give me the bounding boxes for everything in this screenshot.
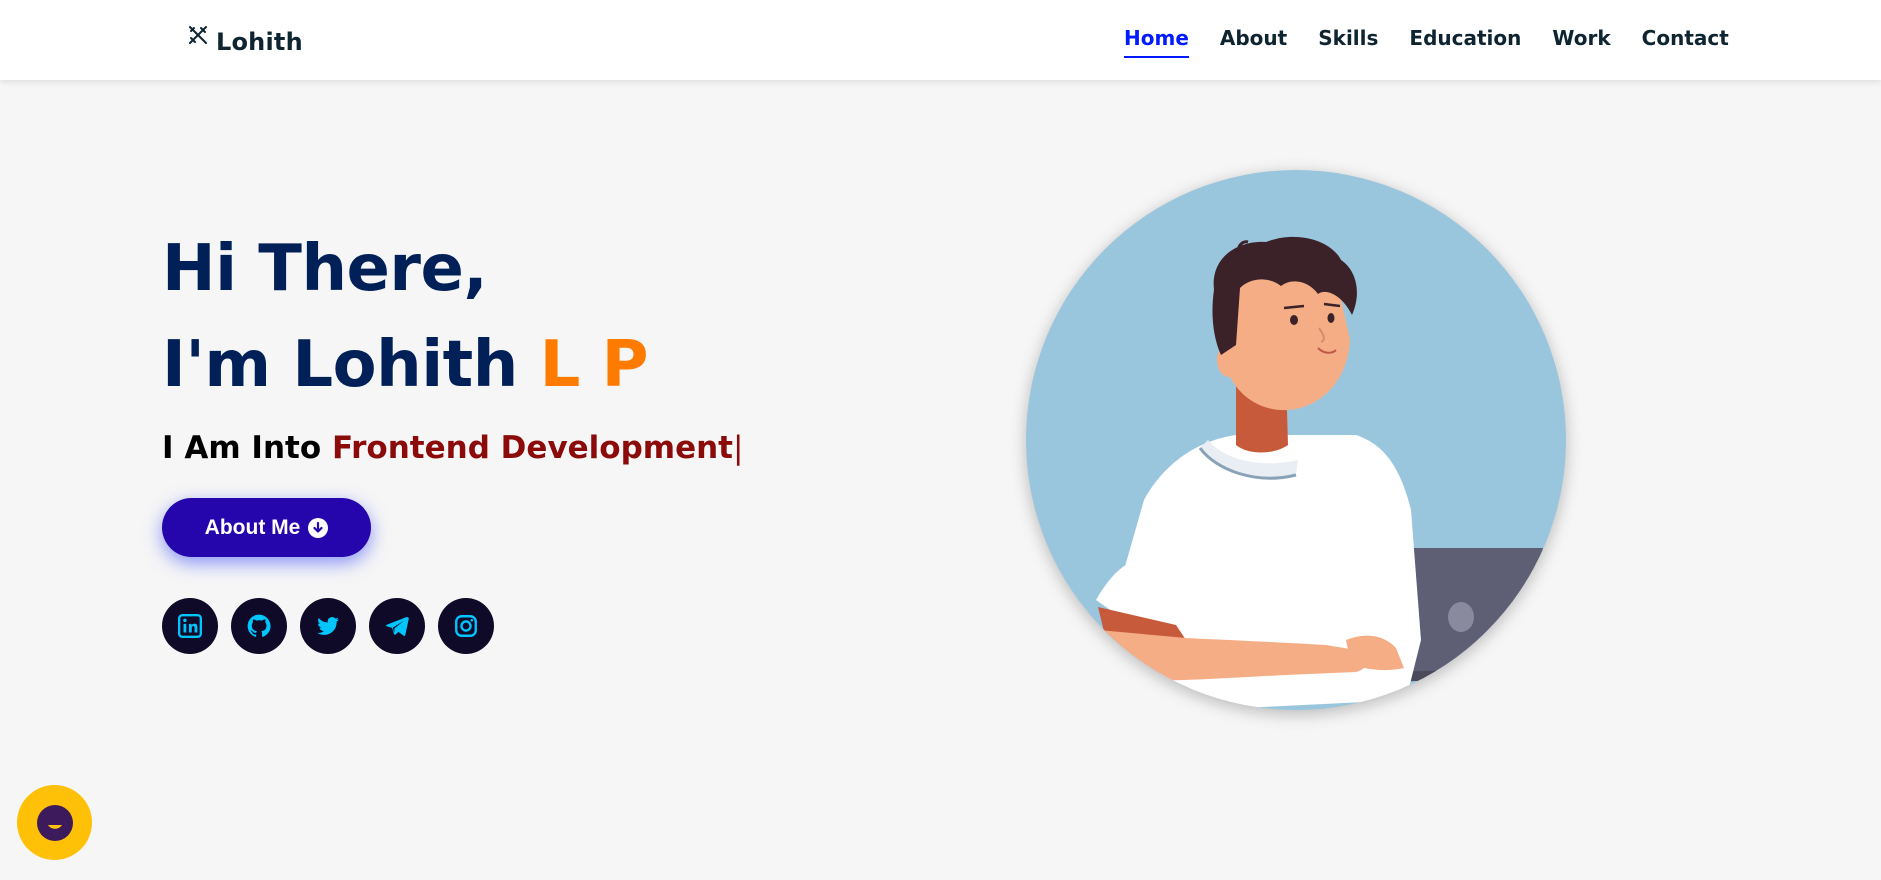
nav-link-work[interactable]: Work: [1552, 26, 1610, 58]
social-links: [162, 598, 494, 654]
arrow-down-circle-icon: [308, 517, 329, 538]
site-header: Lohith Home About Skills Education Work …: [0, 0, 1881, 80]
typing-prefix: I Am Into: [162, 430, 332, 466]
chat-bubble-icon: [36, 804, 73, 841]
telegram-link[interactable]: [369, 598, 425, 654]
hero-name: I'm Lohith L P: [162, 328, 649, 402]
hero-name-accent: L P: [539, 328, 649, 402]
typing-cursor: |: [733, 430, 744, 466]
about-me-label: About Me: [204, 515, 301, 539]
nav-link-education[interactable]: Education: [1409, 26, 1521, 58]
site-logo[interactable]: Lohith: [186, 24, 303, 56]
twitter-icon: [317, 617, 339, 635]
typing-text: I Am Into Frontend Development|: [162, 430, 743, 466]
pencil-ruler-icon: [189, 26, 207, 44]
github-link[interactable]: [231, 598, 287, 654]
typing-value: Frontend Development: [331, 430, 733, 466]
hero-greeting: Hi There,: [162, 232, 488, 306]
nav-link-about[interactable]: About: [1220, 26, 1287, 58]
chat-widget-button[interactable]: [17, 785, 92, 860]
nav-link-home[interactable]: Home: [1124, 26, 1189, 58]
instagram-link[interactable]: [438, 598, 494, 654]
linkedin-icon: [177, 613, 203, 639]
instagram-icon: [455, 615, 477, 637]
nav-link-skills[interactable]: Skills: [1318, 26, 1378, 58]
about-me-button[interactable]: About Me: [162, 498, 371, 557]
nav-link-contact[interactable]: Contact: [1642, 26, 1729, 58]
telegram-icon: [385, 616, 409, 636]
developer-illustration: [1026, 170, 1566, 710]
github-icon: [247, 614, 271, 637]
main-nav: Home About Skills Education Work Contact: [1124, 26, 1729, 58]
linkedin-link[interactable]: [162, 598, 218, 654]
hero-name-prefix: I'm Lohith: [162, 328, 540, 402]
twitter-link[interactable]: [300, 598, 356, 654]
logo-text: Lohith: [216, 28, 303, 56]
